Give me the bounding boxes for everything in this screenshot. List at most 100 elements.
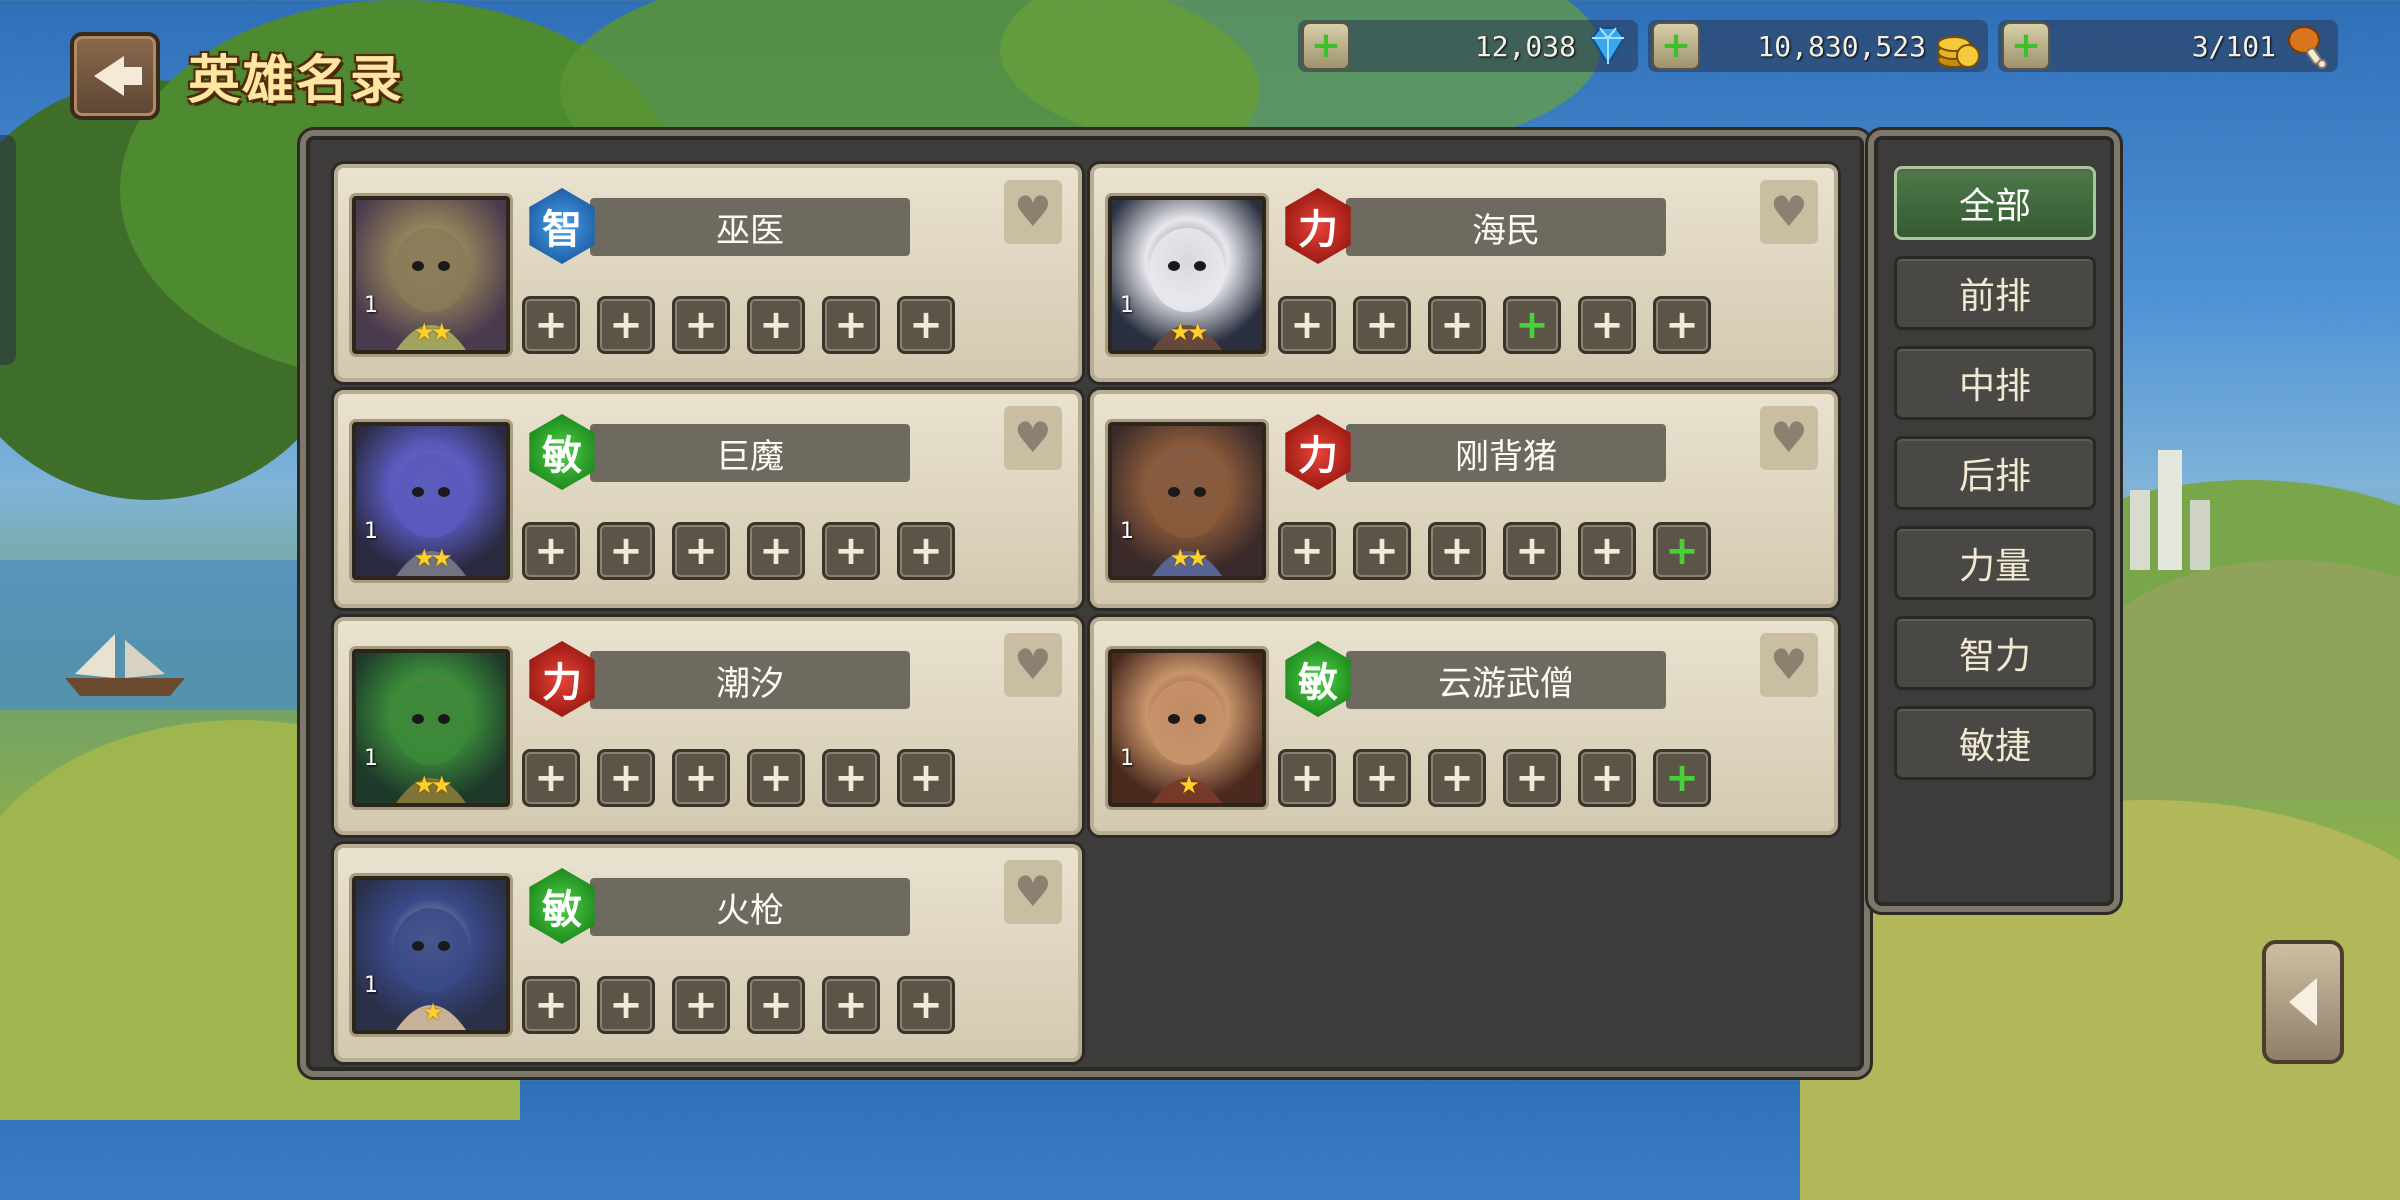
- equipment-slot[interactable]: +: [747, 749, 805, 807]
- favorite-button[interactable]: ♥: [1004, 860, 1062, 924]
- favorite-button[interactable]: ♥: [1760, 180, 1818, 244]
- equipment-slots: + + + + + +: [1278, 296, 1711, 354]
- equipment-slot[interactable]: +: [597, 749, 655, 807]
- equipment-slot[interactable]: +: [1653, 296, 1711, 354]
- equipment-slots: + + + + + +: [522, 296, 955, 354]
- equipment-slot[interactable]: +: [1278, 522, 1336, 580]
- equipment-slot[interactable]: +: [1503, 296, 1561, 354]
- equipment-slot[interactable]: +: [897, 976, 955, 1034]
- stamina-currency-bar: + 3/101: [1998, 20, 2338, 72]
- hero-portrait[interactable]: 1 ★★: [352, 422, 510, 580]
- edge-tab[interactable]: [0, 135, 16, 365]
- filter-middle-row-button[interactable]: 中排: [1894, 346, 2096, 420]
- equipment-slot[interactable]: +: [822, 522, 880, 580]
- favorite-button[interactable]: ♥: [1004, 180, 1062, 244]
- hero-stars: ★★: [1169, 544, 1208, 572]
- attribute-badge: 敏: [529, 414, 595, 490]
- hero-stars: ★★: [413, 771, 452, 799]
- heart-icon: ♥: [1770, 413, 1808, 462]
- equipment-slot[interactable]: +: [747, 296, 805, 354]
- equipment-slot[interactable]: +: [522, 749, 580, 807]
- heart-icon: ♥: [1014, 867, 1052, 916]
- hero-card[interactable]: 1 ★★ 刚背猪 力 ♥ + + + + + +: [1090, 390, 1838, 608]
- equipment-slot[interactable]: +: [897, 522, 955, 580]
- equipment-slot[interactable]: +: [1278, 296, 1336, 354]
- hero-portrait[interactable]: 1 ★: [352, 876, 510, 1034]
- equipment-slot[interactable]: +: [1353, 749, 1411, 807]
- filter-all-button[interactable]: 全部: [1894, 166, 2096, 240]
- back-arrow-icon: [94, 56, 142, 96]
- gem-count: 12,038: [1474, 29, 1576, 63]
- hero-card[interactable]: 1 ★★ 潮汐 力 ♥ + + + + + +: [334, 617, 1082, 835]
- equipment-slot[interactable]: +: [1278, 749, 1336, 807]
- equipment-slot[interactable]: +: [747, 976, 805, 1034]
- equipment-slot[interactable]: +: [597, 976, 655, 1034]
- back-button[interactable]: [70, 32, 160, 120]
- equipment-slot[interactable]: +: [1653, 522, 1711, 580]
- equipment-slot[interactable]: +: [1653, 749, 1711, 807]
- equipment-slot[interactable]: +: [522, 522, 580, 580]
- equipment-slot[interactable]: +: [1353, 522, 1411, 580]
- filter-intelligence-button[interactable]: 智力: [1894, 616, 2096, 690]
- equipment-slot[interactable]: +: [672, 296, 730, 354]
- equipment-slot[interactable]: +: [522, 976, 580, 1034]
- hero-portrait[interactable]: 1 ★★: [1108, 196, 1266, 354]
- hero-card[interactable]: 1 ★ 火枪 敏 ♥ + + + + + +: [334, 844, 1082, 1062]
- equipment-slot[interactable]: +: [1428, 296, 1486, 354]
- hero-name: 云游武僧: [1346, 651, 1666, 709]
- equipment-slot[interactable]: +: [1503, 749, 1561, 807]
- collapse-panel-button[interactable]: [2262, 940, 2344, 1064]
- filter-front-row-button[interactable]: 前排: [1894, 256, 2096, 330]
- heart-icon: ♥: [1770, 187, 1808, 236]
- hero-card[interactable]: 1 ★★ 巨魔 敏 ♥ + + + + + +: [334, 390, 1082, 608]
- equipment-slot[interactable]: +: [822, 976, 880, 1034]
- hero-card[interactable]: 1 ★★ 巫医 智 ♥ + + + + + +: [334, 164, 1082, 382]
- equipment-slot[interactable]: +: [522, 296, 580, 354]
- hero-card[interactable]: 1 ★ 云游武僧 敏 ♥ + + + + + +: [1090, 617, 1838, 835]
- hero-portrait[interactable]: 1 ★★: [352, 196, 510, 354]
- attribute-badge: 力: [1285, 414, 1351, 490]
- hero-portrait[interactable]: 1 ★★: [1108, 422, 1266, 580]
- filter-agility-button[interactable]: 敏捷: [1894, 706, 2096, 780]
- hero-stars: ★: [1178, 771, 1200, 799]
- equipment-slot[interactable]: +: [747, 522, 805, 580]
- hero-stars: ★★: [413, 318, 452, 346]
- equipment-slot[interactable]: +: [1353, 296, 1411, 354]
- filter-strength-button[interactable]: 力量: [1894, 526, 2096, 600]
- hero-level: 1: [1120, 293, 1134, 318]
- equipment-slot[interactable]: +: [672, 749, 730, 807]
- favorite-button[interactable]: ♥: [1760, 406, 1818, 470]
- hero-portrait[interactable]: 1 ★: [1108, 649, 1266, 807]
- equipment-slot[interactable]: +: [1428, 522, 1486, 580]
- add-gems-button[interactable]: +: [1302, 22, 1350, 70]
- attribute-badge: 力: [529, 641, 595, 717]
- favorite-button[interactable]: ♥: [1004, 633, 1062, 697]
- favorite-button[interactable]: ♥: [1004, 406, 1062, 470]
- hero-name: 火枪: [590, 878, 910, 936]
- equipment-slot[interactable]: +: [672, 976, 730, 1034]
- add-gold-button[interactable]: +: [1652, 22, 1700, 70]
- castle-icon: [2130, 450, 2210, 570]
- equipment-slot[interactable]: +: [597, 296, 655, 354]
- equipment-slots: + + + + + +: [522, 522, 955, 580]
- equipment-slot[interactable]: +: [822, 296, 880, 354]
- favorite-button[interactable]: ♥: [1760, 633, 1818, 697]
- page-title: 英雄名录: [188, 51, 405, 111]
- hero-level: 1: [364, 293, 378, 318]
- equipment-slot[interactable]: +: [1578, 296, 1636, 354]
- equipment-slot[interactable]: +: [597, 522, 655, 580]
- equipment-slot[interactable]: +: [1578, 749, 1636, 807]
- equipment-slot[interactable]: +: [1503, 522, 1561, 580]
- hero-portrait[interactable]: 1 ★★: [352, 649, 510, 807]
- equipment-slot[interactable]: +: [897, 749, 955, 807]
- filter-back-row-button[interactable]: 后排: [1894, 436, 2096, 510]
- equipment-slot[interactable]: +: [822, 749, 880, 807]
- equipment-slot[interactable]: +: [1428, 749, 1486, 807]
- hero-card[interactable]: 1 ★★ 海民 力 ♥ + + + + + +: [1090, 164, 1838, 382]
- equipment-slot[interactable]: +: [1578, 522, 1636, 580]
- filter-panel: 全部 前排 中排 后排 力量 智力 敏捷: [1868, 130, 2120, 912]
- equipment-slot[interactable]: +: [897, 296, 955, 354]
- equipment-slot[interactable]: +: [672, 522, 730, 580]
- attribute-badge: 敏: [1285, 641, 1351, 717]
- add-stamina-button[interactable]: +: [2002, 22, 2050, 70]
